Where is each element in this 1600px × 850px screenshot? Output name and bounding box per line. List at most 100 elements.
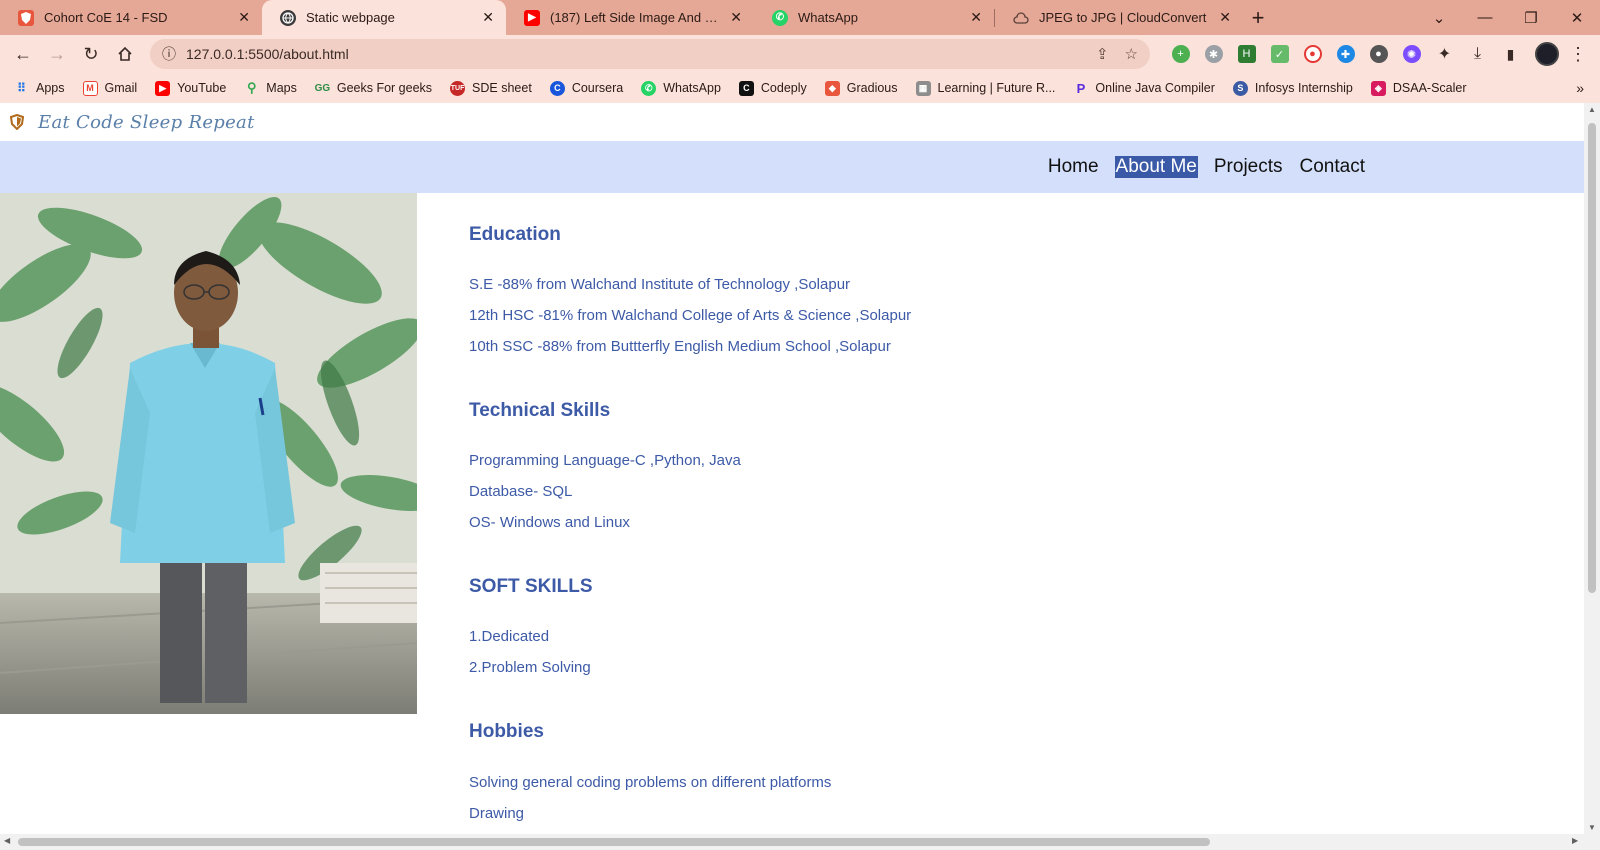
info-icon[interactable]: ⓘ [162,44,176,64]
technical-skill-item: Programming Language-C ,Python, Java [469,452,741,469]
bookmark-maps[interactable]: ⚲ Maps [244,80,297,96]
bookmark-geeksforgeeks[interactable]: GG Geeks For geeks [315,81,432,96]
nav-about-me[interactable]: About Me [1114,156,1198,178]
new-tab-button[interactable]: + [1243,0,1273,35]
back-button[interactable]: ← [6,37,40,71]
bookmark-dsaa-scaler[interactable]: ◈ DSAA-Scaler [1370,80,1467,96]
vertical-scrollbar[interactable]: ▲ ▼ [1584,103,1600,834]
extension-figures-icon[interactable]: ● [1369,45,1388,63]
chevron-down-icon[interactable]: ⌄ [1416,9,1462,27]
extension-bug-icon[interactable]: ✱ [1204,45,1223,63]
share-icon[interactable]: ⇪ [1096,45,1109,63]
bookmark-codeply[interactable]: C Codeply [738,80,807,96]
technical-skill-item: OS- Windows and Linux [469,514,630,531]
extension-checklist-icon[interactable]: ✓ [1270,45,1289,63]
window-controls: ⌄ — ❐ ✕ [1416,0,1600,35]
tab-whatsapp[interactable]: ✆ WhatsApp ✕ [754,0,994,35]
bookmark-gradious[interactable]: ◆ Gradious [824,80,898,96]
extension-gear-icon[interactable]: ✺ [1402,45,1421,63]
apps-grid-icon: ⠿ [17,81,26,95]
bookmark-learning[interactable]: ▦ Learning | Future R... [915,80,1056,96]
shield-icon: ◆ [824,80,840,96]
close-icon[interactable]: ✕ [970,9,982,26]
bookmark-infosys[interactable]: S Infosys Internship [1232,80,1353,96]
bookmark-sde-sheet[interactable]: TUF SDE sheet [450,80,532,96]
bookmark-label: Codeply [760,81,807,95]
section-heading-technical-skills: Technical Skills [469,400,611,421]
bookmark-label: DSAA-Scaler [1392,81,1467,95]
education-item: 12th HSC -81% from Walchand College of A… [469,307,912,324]
site-header: Eat Code Sleep Repeat [0,103,1584,141]
extension-record-icon[interactable]: ● [1303,45,1322,63]
coursera-icon: C [549,80,565,96]
bookmark-apps[interactable]: ⠿ Apps [14,81,64,96]
tab-title: Cohort CoE 14 - FSD [44,10,168,25]
scroll-right-arrow-icon[interactable]: ▶ [1572,836,1578,845]
close-icon[interactable]: ✕ [482,9,494,26]
nav-projects[interactable]: Projects [1213,156,1284,178]
scrollbar-thumb[interactable] [18,838,1210,846]
extension-settings-icon[interactable]: ✚ [1336,45,1355,63]
reload-button[interactable]: ↻ [74,37,108,71]
tab-cohort[interactable]: Cohort CoE 14 - FSD ✕ [0,0,262,35]
learning-icon: ▦ [915,80,931,96]
scroll-down-arrow-icon[interactable]: ▼ [1584,823,1600,832]
tab-youtube[interactable]: ▶ (187) Left Side Image And Right S ✕ [506,0,754,35]
tab-static-webpage[interactable]: Static webpage ✕ [262,0,506,35]
bookmark-coursera[interactable]: C Coursera [549,80,623,96]
youtube-icon: ▶ [524,9,540,26]
extensions-puzzle-icon[interactable]: ✦ [1436,45,1454,63]
bookmark-label: WhatsApp [663,81,721,95]
shield-icon [18,9,34,26]
bookmark-gmail[interactable]: M Gmail [82,80,138,96]
forward-button[interactable]: → [40,37,74,71]
infosys-icon: S [1232,80,1248,96]
site-nav: Home About Me Projects Contact [0,141,1584,193]
bookmark-youtube[interactable]: ▶ YouTube [155,80,226,96]
bookmark-label: Learning | Future R... [937,81,1056,95]
extension-html-icon[interactable]: H [1237,45,1256,63]
restore-button[interactable]: ❐ [1508,9,1554,27]
bookmark-java-compiler[interactable]: P Online Java Compiler [1073,81,1215,96]
url-text: 127.0.0.1:5500/about.html [186,46,349,62]
tab-title: Static webpage [306,10,395,25]
gmail-icon: M [82,80,98,96]
close-icon[interactable]: ✕ [730,9,742,26]
home-button[interactable] [108,37,142,71]
codeply-icon: C [738,80,754,96]
tab-cloudconvert[interactable]: JPEG to JPG | CloudConvert ✕ [995,0,1243,35]
bookmark-label: Gmail [104,81,138,95]
hobby-item: Drawing [469,805,525,822]
scrollbar-thumb[interactable] [1588,123,1596,593]
tuf-icon: TUF [450,80,466,96]
map-pin-icon: ⚲ [247,80,257,95]
compiler-icon: P [1076,80,1086,96]
side-panel-icon[interactable]: ▮ [1502,45,1520,63]
bookmark-label: SDE sheet [472,81,532,95]
hobby-item: Solving general coding problems on diffe… [469,774,832,791]
extension-plus-icon[interactable]: + [1171,45,1190,63]
nav-contact[interactable]: Contact [1299,156,1366,178]
profile-avatar[interactable] [1535,42,1559,66]
close-icon[interactable]: ✕ [238,9,250,26]
nav-home[interactable]: Home [1047,156,1100,178]
close-window-button[interactable]: ✕ [1554,9,1600,27]
shield-icon [10,114,24,130]
menu-icon[interactable]: ⋮ [1569,44,1587,65]
tab-strip: Cohort CoE 14 - FSD ✕ Static webpage ✕ ▶… [0,0,1600,35]
section-heading-hobbies: Hobbies [469,721,544,742]
whatsapp-icon: ✆ [772,9,788,26]
bookmark-label: Online Java Compiler [1095,81,1215,95]
scroll-up-arrow-icon[interactable]: ▲ [1584,105,1600,114]
more-bookmarks-button[interactable]: » [1576,80,1584,96]
star-icon[interactable]: ☆ [1125,45,1138,63]
download-icon[interactable]: ⤓ [1469,45,1487,63]
address-bar[interactable]: ⓘ 127.0.0.1:5500/about.html ⇪ ☆ [150,39,1150,69]
horizontal-scrollbar[interactable]: ◀ ▶ [0,834,1600,850]
tab-title: WhatsApp [798,10,858,25]
site-logo-text[interactable]: Eat Code Sleep Repeat [38,112,255,133]
minimize-button[interactable]: — [1462,9,1508,26]
bookmark-whatsapp[interactable]: ✆ WhatsApp [641,80,721,96]
scroll-left-arrow-icon[interactable]: ◀ [4,836,10,845]
close-icon[interactable]: ✕ [1219,9,1231,26]
